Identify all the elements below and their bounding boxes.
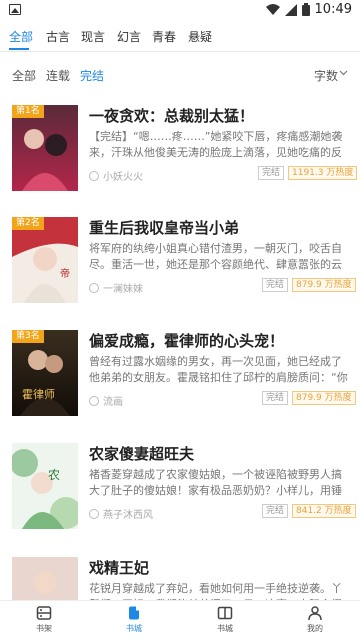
status-icons: 10:49 <box>265 1 352 18</box>
user-icon <box>89 508 99 519</box>
nav-label: 书城 <box>126 624 142 633</box>
book-author: 流画 <box>89 393 123 408</box>
tab-modern-romance[interactable]: 现言 <box>81 28 105 45</box>
svg-text:农: 农 <box>48 468 60 482</box>
book-item[interactable]: 第1名 一夜贪欢：总裁别太猛！ 【完结】“嗯……疼……”她紧咬下唇，疼痛感潮她袭… <box>0 105 360 217</box>
rank-badge: 第1名 <box>12 105 44 118</box>
popularity-badge: 1191.3 万热度 <box>288 166 358 180</box>
filter-row: 全部 连载 完结 字数 <box>0 52 360 94</box>
status-badge: 完结 <box>262 391 289 405</box>
tab-all[interactable]: 全部 <box>9 28 33 45</box>
nav-label: 书城 <box>217 624 233 633</box>
filter-completed[interactable]: 完结 <box>80 67 104 84</box>
book-description: 褚香菱穿越成了农家傻姑娘，一个被诬陷被野男人搞大了肚子的傻姑娘！家有极品恶奶奶？… <box>89 468 342 497</box>
book-title[interactable]: 一夜贪欢：总裁别太猛！ <box>89 105 254 126</box>
author-name: 小妖火火 <box>103 172 143 183</box>
bottom-nav: 书架 书城 书城 我的 <box>0 600 360 640</box>
tab-ancient-romance[interactable]: 古言 <box>46 28 70 45</box>
book-cover[interactable] <box>12 557 78 600</box>
book-description: 将军府的纨绔小姐真心错付渣男，一朝灭门，咬舌自尽。重活一世，她还是那个容颜绝代、… <box>89 242 342 271</box>
user-icon <box>89 395 99 406</box>
battery-icon <box>301 3 310 16</box>
book-author: 燕子沐西风 <box>89 506 153 521</box>
chevron-down-icon[interactable] <box>339 68 348 77</box>
author-name: 燕子沐西风 <box>103 510 153 521</box>
nav-bookstore[interactable]: 书城 <box>104 605 164 634</box>
sort-word-count[interactable]: 字数 <box>314 67 338 84</box>
status-badge: 完结 <box>258 166 285 180</box>
popularity-badge: 879.9 万热度 <box>292 391 356 405</box>
status-time: 10:49 <box>314 2 352 17</box>
nav-bookcity[interactable]: 书城 <box>195 605 255 634</box>
active-tab-indicator <box>9 48 29 50</box>
popularity-badge: 841.2 万热度 <box>292 504 356 518</box>
book-title[interactable]: 戏精王妃 <box>89 557 149 578</box>
popularity-badge: 879.9 万热度 <box>292 278 356 292</box>
book-item[interactable]: 农 农家傻妻超旺夫 褚香菱穿越成了农家傻姑娘，一个被诬陷被野男人搞大了肚子的傻姑… <box>0 443 360 555</box>
image-icon <box>9 4 21 15</box>
book-description: 曾经有过露水姻缘的男女，再一次见面，她已经成了他弟弟的女朋友。霍晟铭扣住了邱柠的… <box>89 355 348 384</box>
user-icon <box>89 282 99 293</box>
user-icon <box>89 170 99 181</box>
filter-all[interactable]: 全部 <box>12 67 36 84</box>
status-badge: 完结 <box>262 504 289 518</box>
book-description: 【完结】“嗯……疼……”她紧咬下唇，疼痛感潮她袭来，汗珠从他俊美无涛的脸庞上滴落… <box>89 130 343 159</box>
category-tabs: 全部 古言 现言 幻言 青春 悬疑 <box>0 19 360 52</box>
nav-bookshelf[interactable]: 书架 <box>14 605 74 634</box>
book-item[interactable]: 霍律师 第3名 偏爱成瘾，霍律师的心头宠！ 曾经有过露水姻缘的男女，再一次见面，… <box>0 330 360 442</box>
tab-fantasy-romance[interactable]: 幻言 <box>117 28 141 45</box>
nav-label: 我的 <box>307 624 323 633</box>
status-badge: 完结 <box>262 278 289 292</box>
bookshelf-icon <box>36 606 52 620</box>
book-title[interactable]: 农家傻妻超旺夫 <box>89 443 194 464</box>
rank-badge: 第2名 <box>12 217 44 230</box>
person-icon <box>308 606 322 621</box>
tab-youth[interactable]: 青春 <box>152 28 176 45</box>
book-title[interactable]: 偏爱成瘾，霍律师的心头宠！ <box>89 330 284 351</box>
rank-badge: 第3名 <box>12 330 44 343</box>
book-item[interactable]: 戏精王妃 花锐月穿越成了弃妃，看她如何用一手绝技逆袭。丫鬟们：王妃，我们能关着门… <box>0 557 360 600</box>
status-bar: 10:49 <box>0 0 360 19</box>
open-book-icon <box>217 606 233 620</box>
book-cover[interactable]: 帝 第2名 <box>12 217 78 303</box>
tab-suspense[interactable]: 悬疑 <box>188 28 212 45</box>
svg-text:帝: 帝 <box>60 267 70 280</box>
author-name: 流画 <box>103 397 123 408</box>
book-title[interactable]: 重生后我収皇帝当小弟 <box>89 217 239 238</box>
book-author: 一澜妹妹 <box>89 280 143 295</box>
author-name: 一澜妹妹 <box>103 284 143 295</box>
nav-profile[interactable]: 我的 <box>285 605 345 634</box>
book-icon <box>129 606 139 620</box>
book-cover[interactable]: 第1名 <box>12 105 78 191</box>
book-description: 花锐月穿越成了弃妃，看她如何用一手绝技逆袭。丫鬟们：王妃，我们能关着门了，日，这… <box>89 582 342 600</box>
filter-serializing[interactable]: 连载 <box>46 67 70 84</box>
book-item[interactable]: 帝 第2名 重生后我収皇帝当小弟 将军府的纨绔小姐真心错付渣男，一朝灭门，咬舌自… <box>0 217 360 329</box>
signal-icon <box>284 3 297 16</box>
nav-label: 书架 <box>36 624 52 633</box>
book-cover[interactable]: 霍律师 第3名 <box>12 330 78 416</box>
book-cover[interactable]: 农 <box>12 443 78 529</box>
book-author: 小妖火火 <box>89 168 143 183</box>
wifi-icon <box>265 3 280 15</box>
svg-text:霍律师: 霍律师 <box>22 388 55 401</box>
